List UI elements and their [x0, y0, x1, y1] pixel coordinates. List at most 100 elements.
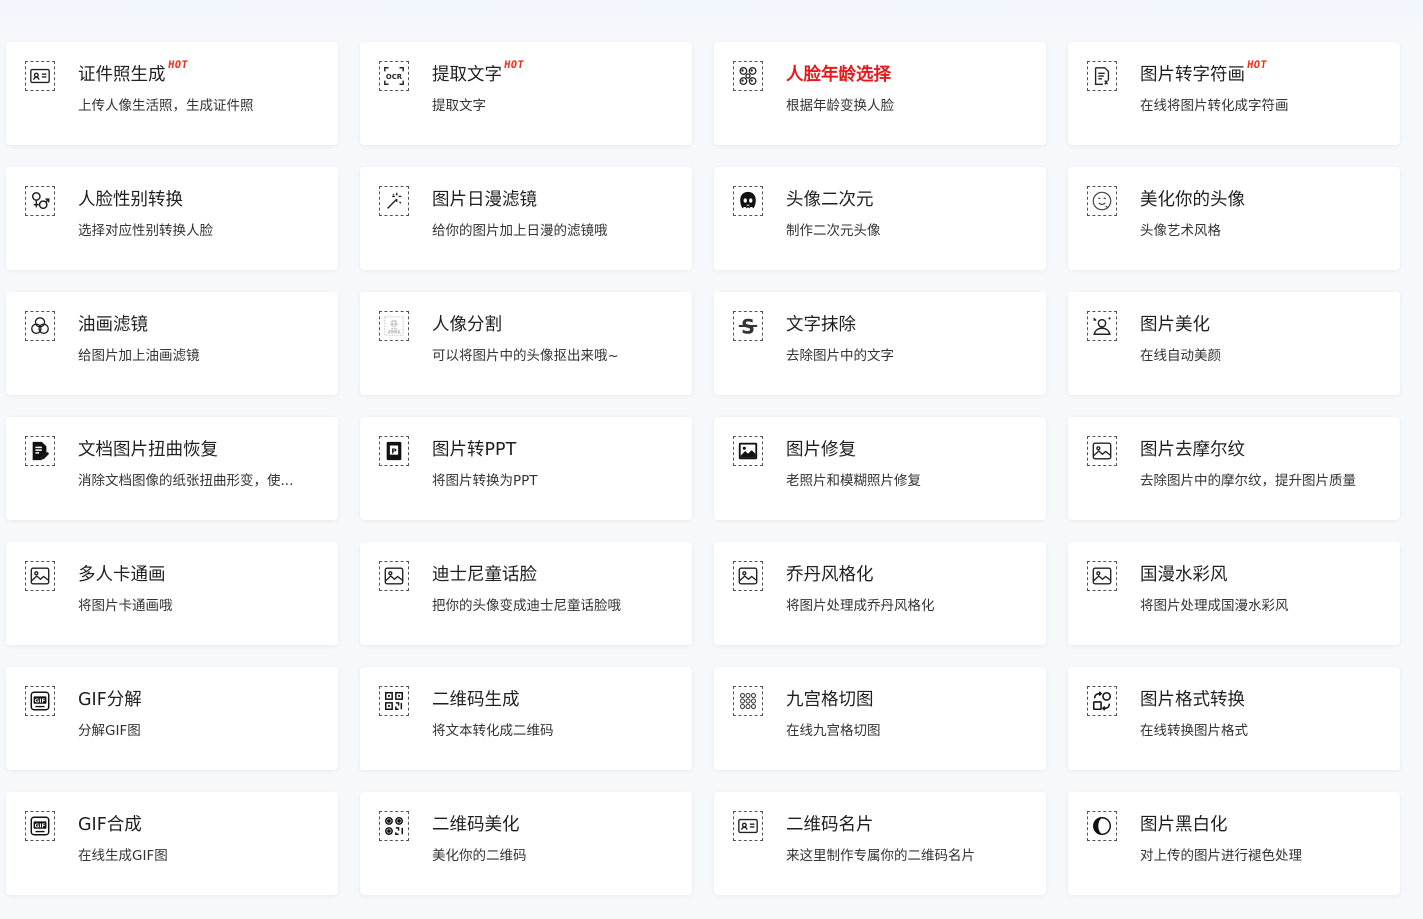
tool-title: 人脸性别转换	[78, 190, 183, 210]
magic-wand-icon	[379, 186, 409, 216]
tool-card[interactable]: 美化你的头像 头像艺术风格	[1068, 167, 1400, 270]
tool-card[interactable]: S 文字抹除 去除图片中的文字	[714, 292, 1046, 395]
tool-card[interactable]: 二维码名片来这里制作专属你的二维码名片	[714, 792, 1046, 895]
tool-card[interactable]: 图片格式转换在线转换图片格式	[1068, 667, 1400, 770]
tool-card[interactable]: 头像二次元 制作二次元头像	[714, 167, 1046, 270]
tool-title-row: 美化你的头像	[1140, 187, 1245, 213]
tool-title-row: 图片转字符画 HOT	[1140, 59, 1268, 88]
tool-description: 来这里制作专属你的二维码名片	[786, 848, 975, 864]
tool-description: 将图片卡通画哦	[78, 598, 173, 614]
tool-title-row: 文字抹除	[786, 312, 856, 338]
tool-card[interactable]: GIF GIF合成 在线生成GIF图	[6, 792, 338, 895]
tool-title-row: 迪士尼童话脸	[432, 562, 537, 588]
tool-title: 人脸年龄选择	[786, 65, 891, 85]
tool-description: 根据年龄变换人脸	[786, 98, 894, 114]
tool-title: 图片黑白化	[1140, 815, 1228, 835]
tool-title: 迪士尼童话脸	[432, 565, 537, 585]
image-icon	[1087, 561, 1117, 591]
tool-card[interactable]: 油画滤镜给图片加上油画滤镜	[6, 292, 338, 395]
tool-title-row: 二维码生成	[432, 687, 520, 713]
tool-card[interactable]: 国漫水彩风将图片处理成国漫水彩风	[1068, 542, 1400, 645]
tool-title-row: 图片格式转换	[1140, 687, 1245, 713]
tool-description: 给图片加上油画滤镜	[78, 348, 200, 364]
id-card-icon	[733, 811, 763, 841]
tool-card[interactable]: 乔丹风格化将图片处理成乔丹风格化	[714, 542, 1046, 645]
tool-card[interactable]: 二维码美化 美化你的二维码	[360, 792, 692, 895]
tool-card[interactable]: 图片美化 在线自动美颜	[1068, 292, 1400, 395]
tool-description: 老照片和模糊照片修复	[786, 473, 921, 489]
tool-title-row: 图片去摩尔纹	[1140, 437, 1245, 463]
qr-beautify-icon	[379, 811, 409, 841]
tool-title: 二维码名片	[786, 815, 874, 835]
tool-title-row: 二维码美化	[432, 812, 520, 838]
tool-title-row: 图片修复	[786, 437, 856, 463]
tool-title: 美化你的头像	[1140, 190, 1245, 210]
tool-title: 图片修复	[786, 440, 856, 460]
tool-title-row: 油画滤镜	[78, 312, 148, 338]
tool-title: 图片转字符画	[1140, 65, 1245, 85]
color-circles-icon	[25, 311, 55, 341]
gif-icon: GIF	[25, 686, 55, 716]
tool-description: 在线转换图片格式	[1140, 723, 1248, 739]
hot-badge: HOT	[1246, 59, 1268, 71]
smile-face-icon	[1087, 186, 1117, 216]
tool-title-row: 证件照生成 HOT	[78, 59, 189, 88]
image-icon	[1087, 436, 1117, 466]
tool-title-row: 人像分割	[432, 312, 502, 338]
tool-description: 消除文档图像的纸张扭曲形变，使...	[78, 473, 294, 489]
tool-title: 图片美化	[1140, 315, 1210, 335]
tool-title-row: 图片转PPT	[432, 437, 516, 463]
hot-badge: HOT	[166, 59, 189, 71]
tool-title: 图片去摩尔纹	[1140, 440, 1245, 460]
tool-card[interactable]: 图片转字符画 HOT 在线将图片转化成字符画	[1068, 42, 1400, 145]
tool-title: 图片日漫滤镜	[432, 190, 537, 210]
tool-description: 将图片处理成国漫水彩风	[1140, 598, 1289, 614]
tool-card[interactable]: 人像分割 可以将图片中的头像抠出来哦~	[360, 292, 692, 395]
tool-card[interactable]: GIF GIF分解 分解GIF图	[6, 667, 338, 770]
tool-grid: 证件照生成 HOT 上传人像生活照，生成证件照 OCR 提取文字 HOT 提取文字 人脸年龄选…	[6, 42, 1400, 895]
nine-grid-icon	[733, 686, 763, 716]
tool-description: 给你的图片加上日漫的滤镜哦	[432, 223, 608, 239]
tool-card[interactable]: 证件照生成 HOT 上传人像生活照，生成证件照	[6, 42, 338, 145]
tool-description: 制作二次元头像	[786, 223, 881, 239]
tool-title-row: 乔丹风格化	[786, 562, 874, 588]
tool-card[interactable]: 图片日漫滤镜给你的图片加上日漫的滤镜哦	[360, 167, 692, 270]
tool-card[interactable]: 图片修复老照片和模糊照片修复	[714, 417, 1046, 520]
svg-text:OCR: OCR	[386, 73, 403, 81]
tool-title-row: 提取文字 HOT	[432, 59, 525, 88]
tool-card[interactable]: 图片黑白化 对上传的图片进行褪色处理	[1068, 792, 1400, 895]
tool-card[interactable]: 二维码生成将文本转化成二维码	[360, 667, 692, 770]
tool-description: 在线将图片转化成字符画	[1140, 98, 1289, 114]
tool-title: 证件照生成	[78, 65, 166, 85]
svg-text:P: P	[391, 446, 397, 455]
tool-card[interactable]: 迪士尼童话脸 把你的头像变成迪士尼童话脸哦	[360, 542, 692, 645]
ocr-icon: OCR	[379, 61, 409, 91]
tool-title: 二维码生成	[432, 690, 520, 710]
tool-title: 图片格式转换	[1140, 690, 1245, 710]
tool-card[interactable]: 九宫格切图 在线九宫格切图	[714, 667, 1046, 770]
tool-title-row: 多人卡通画	[78, 562, 166, 588]
tool-title-row: 国漫水彩风	[1140, 562, 1228, 588]
tool-description: 将文本转化成二维码	[432, 723, 554, 739]
tool-description: 提取文字	[432, 98, 486, 114]
tool-title: 二维码美化	[432, 815, 520, 835]
tool-card[interactable]: OCR 提取文字 HOT 提取文字	[360, 42, 692, 145]
tool-description: 将图片处理成乔丹风格化	[786, 598, 935, 614]
tool-card[interactable]: 图片去摩尔纹 去除图片中的摩尔纹，提升图片质量	[1068, 417, 1400, 520]
portrait-segment-icon	[379, 311, 409, 341]
tool-card[interactable]: 文档图片扭曲恢复 消除文档图像的纸张扭曲形变，使...	[6, 417, 338, 520]
tool-card[interactable]: P 图片转PPT 将图片转换为PPT	[360, 417, 692, 520]
tool-title: 油画滤镜	[78, 315, 148, 335]
tool-card[interactable]: 人脸性别转换 选择对应性别转换人脸	[6, 167, 338, 270]
image-icon	[25, 561, 55, 591]
tool-title-row: 图片日漫滤镜	[432, 187, 537, 213]
tool-title: 提取文字	[432, 65, 502, 85]
tool-title-row: GIF合成	[78, 812, 142, 838]
tool-title: 文字抹除	[786, 315, 856, 335]
tool-card[interactable]: 多人卡通画将图片卡通画哦	[6, 542, 338, 645]
tool-description: 在线生成GIF图	[78, 848, 168, 864]
text-erase-icon: S	[733, 311, 763, 341]
tool-title: 人像分割	[432, 315, 502, 335]
tool-title: 国漫水彩风	[1140, 565, 1228, 585]
tool-card[interactable]: 人脸年龄选择根据年龄变换人脸	[714, 42, 1046, 145]
